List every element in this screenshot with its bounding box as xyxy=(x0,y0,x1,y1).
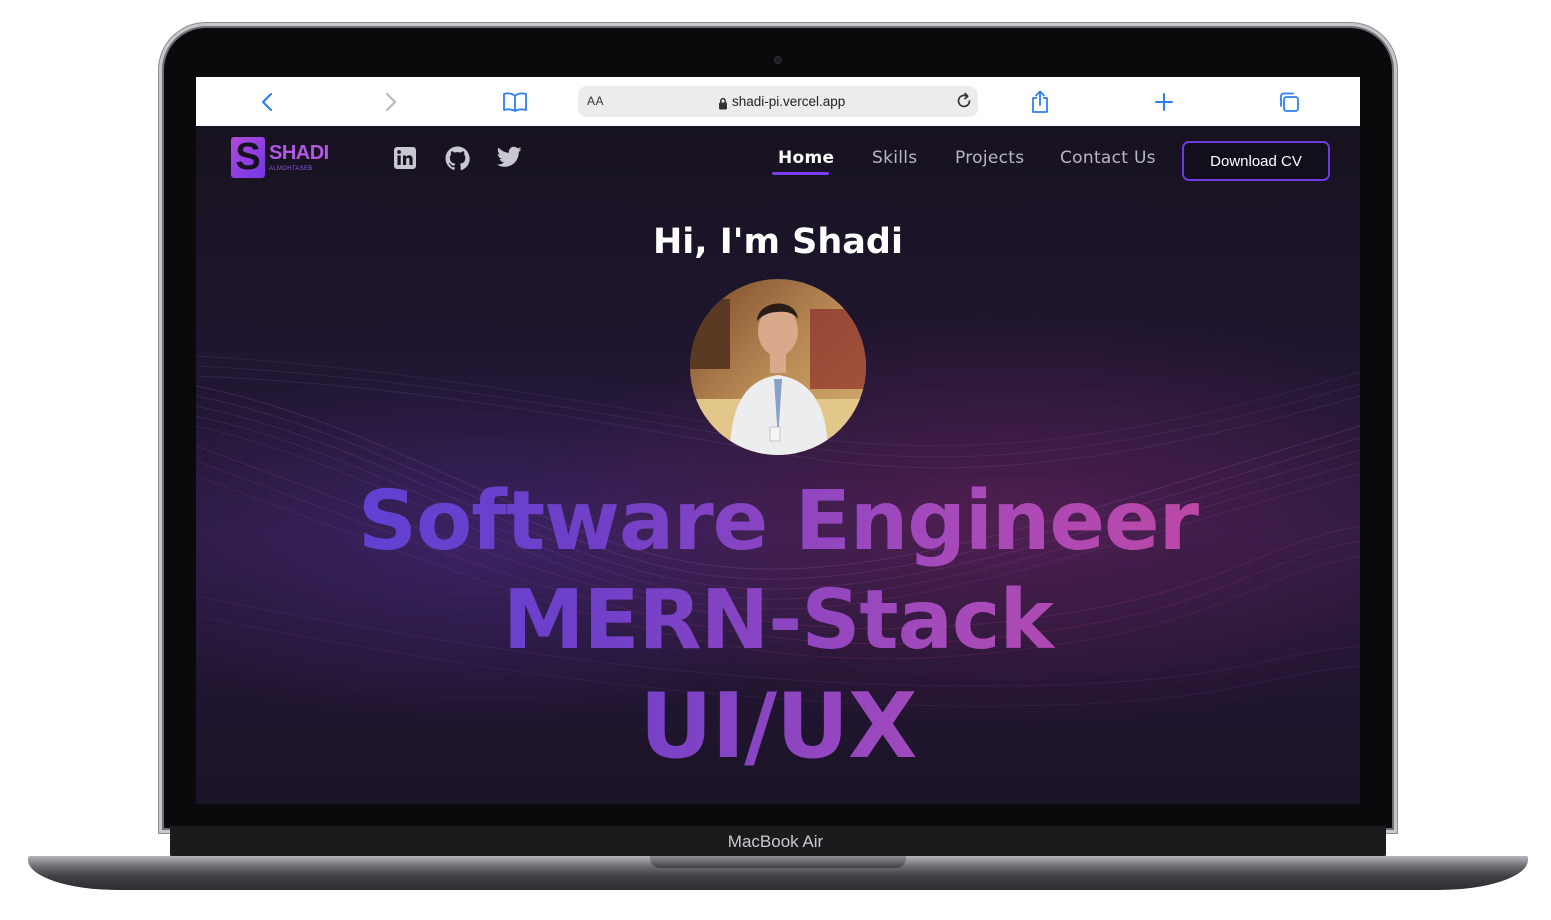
nav-home[interactable]: Home xyxy=(778,148,834,168)
logo-letter: S xyxy=(231,137,265,178)
profile-photo xyxy=(690,279,866,455)
camera-icon xyxy=(774,56,782,64)
site-logo[interactable]: S SHADI ALMOHTASEB xyxy=(231,137,341,181)
browser-toolbar: AA shadi-pi.vercel.app xyxy=(196,77,1360,127)
nav-projects[interactable]: Projects xyxy=(955,148,1024,168)
hero-greeting: Hi, I'm Shadi xyxy=(653,222,903,262)
nav-skills[interactable]: Skills xyxy=(872,148,917,168)
address-bar[interactable]: AA shadi-pi.vercel.app xyxy=(578,86,978,117)
github-icon[interactable] xyxy=(445,146,471,172)
forward-icon[interactable] xyxy=(378,89,404,115)
laptop-screen: AA shadi-pi.vercel.app S SHADI ALMOHTASE… xyxy=(196,77,1360,804)
new-tab-icon[interactable] xyxy=(1151,89,1177,115)
hero-role-3: UI/UX xyxy=(196,674,1360,779)
download-cv-button[interactable]: Download CV xyxy=(1182,141,1330,181)
url-text: shadi-pi.vercel.app xyxy=(732,94,846,109)
share-icon[interactable] xyxy=(1027,89,1053,115)
portfolio-page: S SHADI ALMOHTASEB Home Skills Projects … xyxy=(196,126,1360,804)
bookmarks-icon[interactable] xyxy=(502,89,528,115)
reload-icon[interactable] xyxy=(954,91,974,115)
tabs-overview-icon[interactable] xyxy=(1276,89,1302,115)
logo-name: SHADI xyxy=(269,142,329,164)
lock-icon xyxy=(718,95,728,114)
twitter-icon[interactable] xyxy=(497,146,523,172)
macbook-mockup: AA shadi-pi.vercel.app S SHADI ALMOHTASE… xyxy=(0,0,1551,920)
logo-subtitle: ALMOHTASEB xyxy=(269,166,313,172)
back-icon[interactable] xyxy=(254,89,280,115)
hero-role-2: MERN-Stack xyxy=(196,573,1360,668)
laptop-notch xyxy=(650,856,906,868)
device-label: MacBook Air xyxy=(727,832,824,851)
text-size-button[interactable]: AA xyxy=(587,94,604,108)
nav-active-indicator xyxy=(772,172,829,175)
nav-contact-us[interactable]: Contact Us xyxy=(1060,148,1156,168)
hero-role-1: Software Engineer xyxy=(196,474,1360,569)
linkedin-icon[interactable] xyxy=(393,146,419,172)
